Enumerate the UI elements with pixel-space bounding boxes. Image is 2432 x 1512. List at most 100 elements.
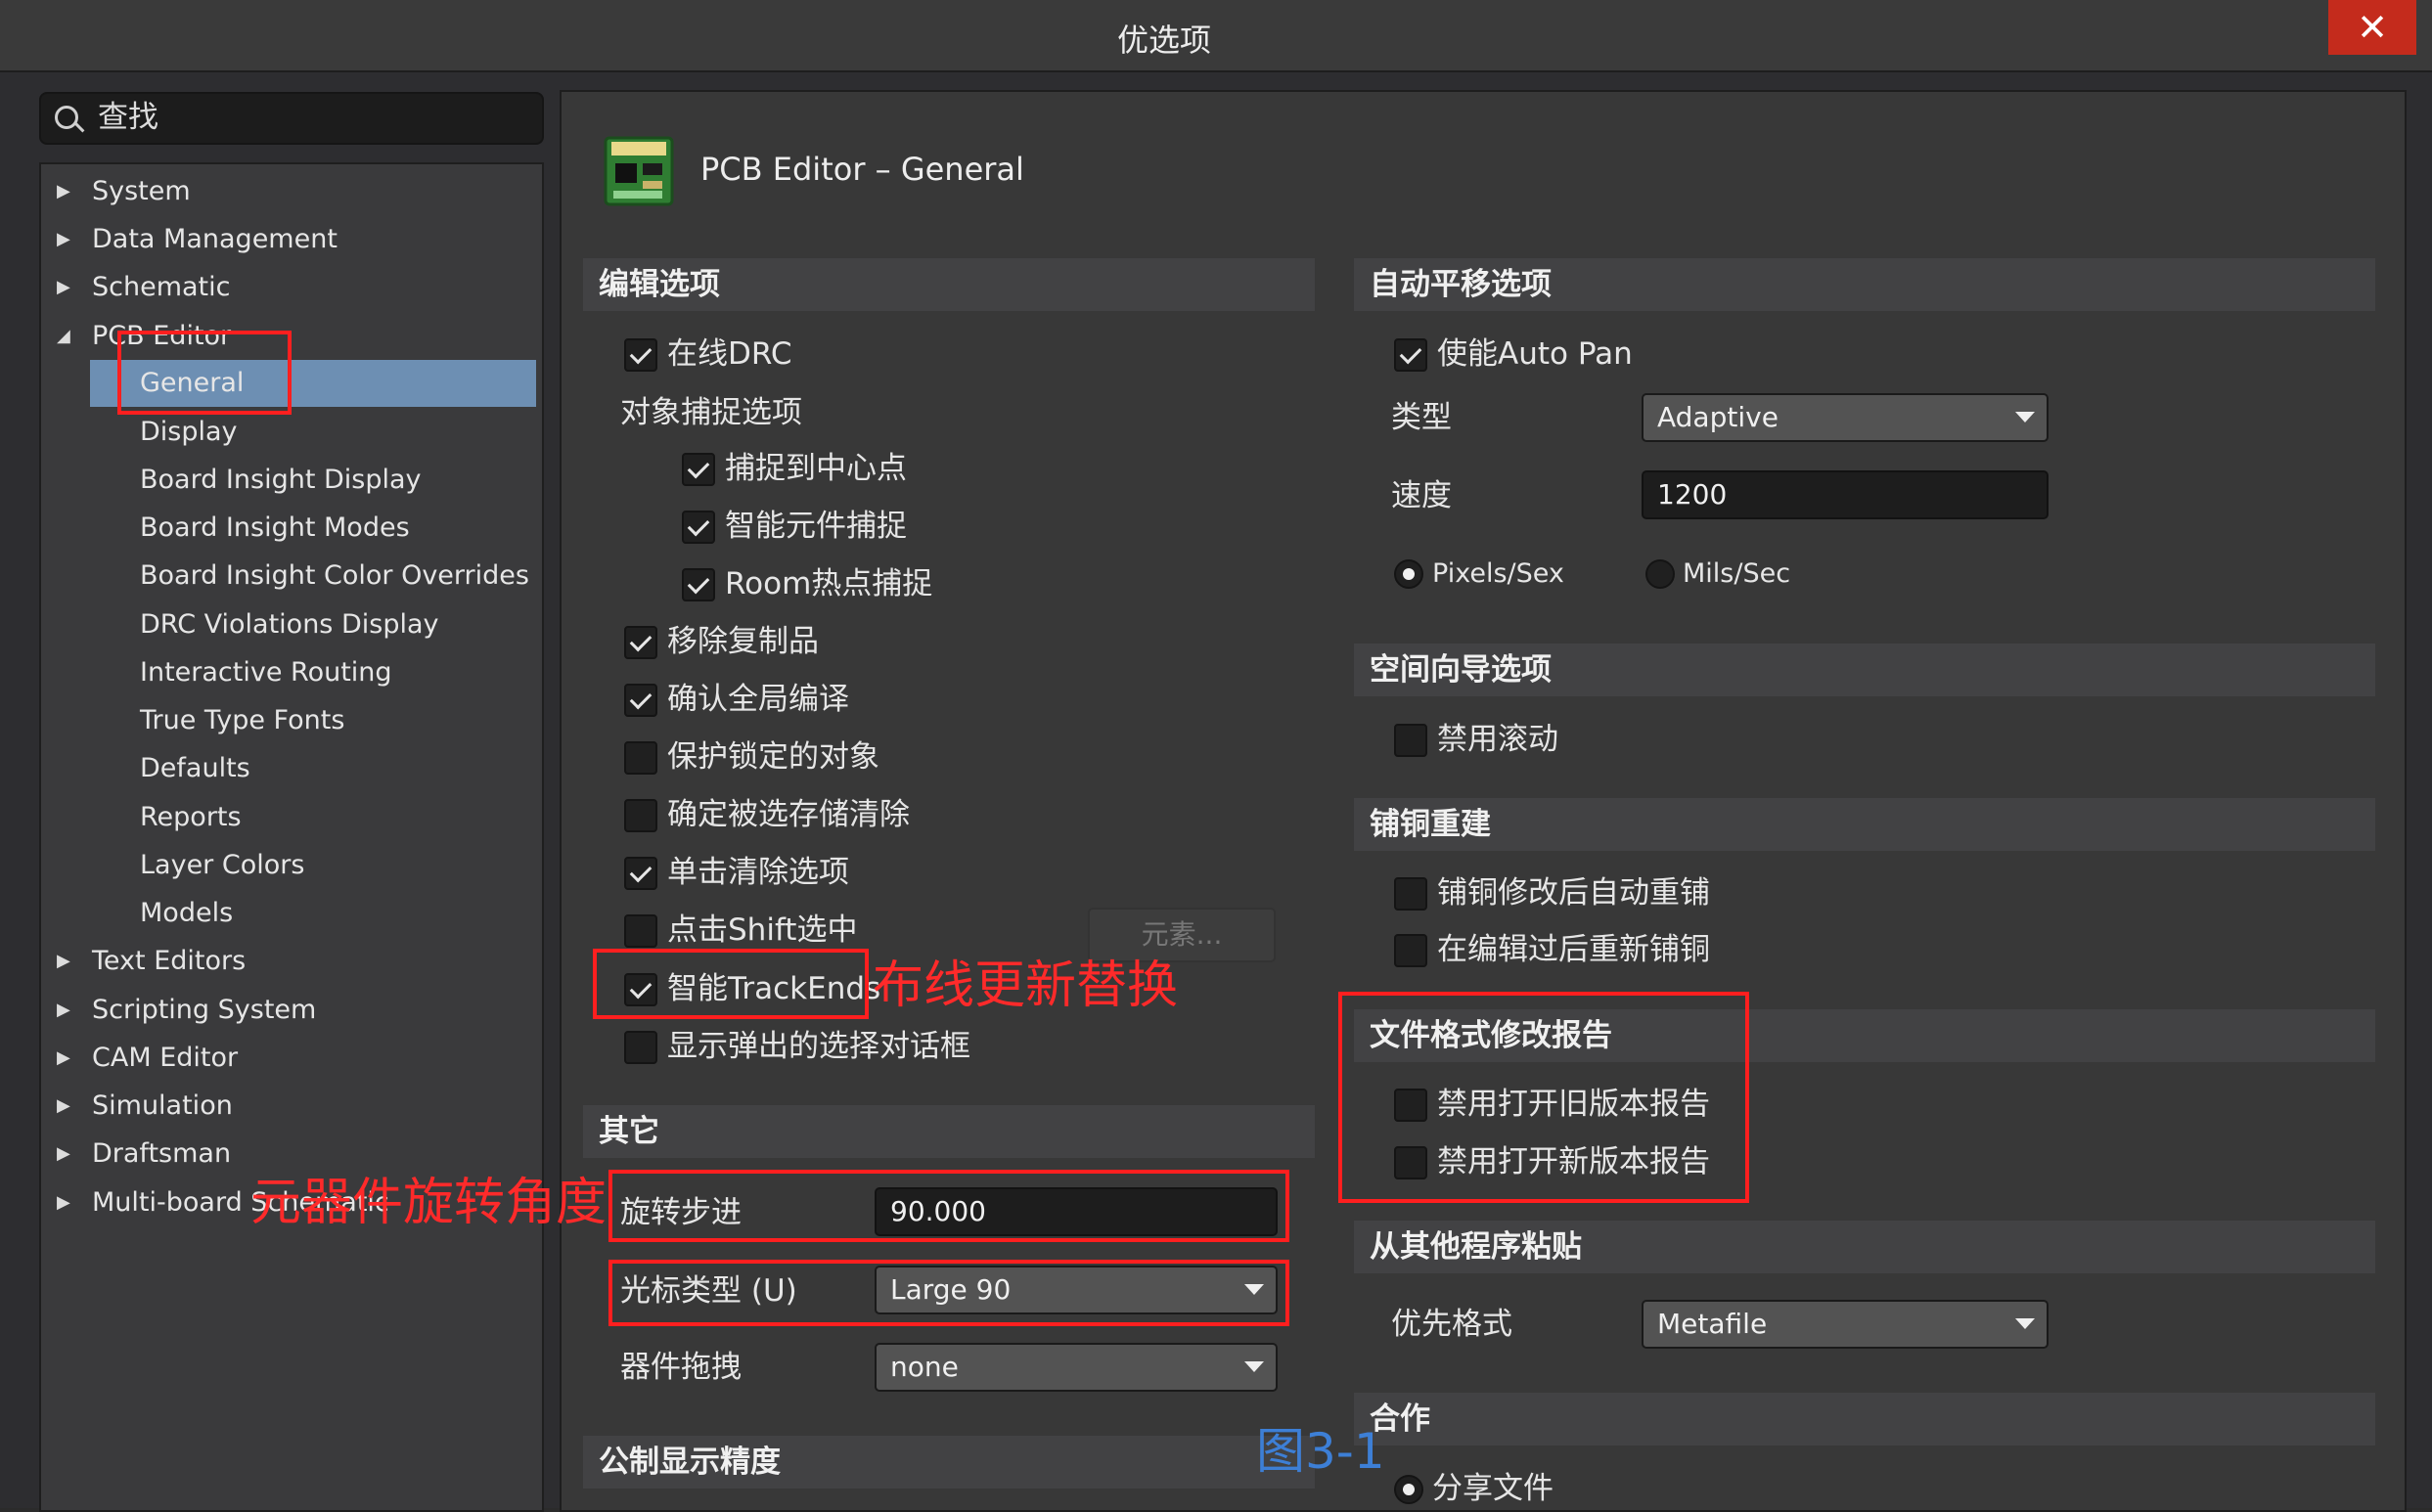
elements-button[interactable]: 元素... bbox=[1088, 908, 1276, 962]
auto-repour-label: 铺铜修改后自动重铺 bbox=[1437, 875, 1710, 911]
confirm-global-edit-label: 确认全局编译 bbox=[667, 682, 849, 717]
room-hotspot-snap-label: Room热点捕捉 bbox=[725, 566, 933, 601]
section-header-edit-options: 编辑选项 bbox=[583, 258, 1315, 311]
autopan-type-value: Adaptive bbox=[1657, 401, 1779, 433]
autopan-type-label: 类型 bbox=[1391, 400, 1452, 435]
annotation-box-general bbox=[117, 331, 292, 415]
show-popup-selection-label: 显示弹出的选择对话框 bbox=[667, 1029, 970, 1064]
tree-item-true-type-fonts[interactable]: True Type Fonts bbox=[140, 699, 344, 742]
show-popup-selection-checkbox[interactable] bbox=[624, 1031, 657, 1064]
section-header-collaboration: 合作 bbox=[1354, 1393, 2375, 1445]
preferred-format-select[interactable]: Metafile bbox=[1642, 1300, 2049, 1349]
tree-item-board-insight-display[interactable]: Board Insight Display bbox=[140, 459, 422, 502]
expand-arrow-icon[interactable]: ▶ bbox=[57, 989, 70, 1032]
annotation-box-file-format-report bbox=[1338, 992, 1749, 1203]
window-title: 优选项 bbox=[1116, 22, 1211, 59]
tree-item-display[interactable]: Display bbox=[140, 411, 238, 454]
expand-arrow-icon[interactable]: ▶ bbox=[57, 1085, 70, 1128]
enable-autopan-checkbox[interactable] bbox=[1394, 338, 1427, 372]
protect-locked-label: 保护锁定的对象 bbox=[667, 739, 879, 775]
search-input[interactable] bbox=[98, 100, 528, 135]
figure-label: 图3-1 bbox=[1256, 1423, 1385, 1480]
pixels-per-sec-label: Pixels/Sex bbox=[1432, 558, 1564, 589]
tree-item-board-insight-modes[interactable]: Board Insight Modes bbox=[140, 507, 410, 550]
preferred-format-label: 优先格式 bbox=[1391, 1307, 1512, 1342]
tree-item-label: Scripting System bbox=[92, 995, 317, 1025]
tree-item-drc-violations-display[interactable]: DRC Violations Display bbox=[140, 603, 438, 646]
tree-item-board-insight-color-overrides[interactable]: Board Insight Color Overrides bbox=[140, 555, 529, 598]
expand-arrow-icon[interactable]: ▶ bbox=[57, 218, 70, 261]
chevron-down-icon bbox=[1244, 1361, 1264, 1372]
confirm-selection-clear-checkbox[interactable] bbox=[624, 799, 657, 832]
annotation-box-smart-trackends bbox=[593, 949, 869, 1019]
close-button[interactable]: ✕ bbox=[2328, 0, 2416, 55]
repour-after-edit-checkbox[interactable] bbox=[1394, 934, 1427, 967]
disable-roll-label: 禁用滚动 bbox=[1437, 722, 1558, 757]
shift-click-select-label: 点击Shift选中 bbox=[667, 912, 858, 948]
tree-item-label: Data Management bbox=[92, 224, 338, 254]
mils-per-sec-label: Mils/Sec bbox=[1683, 558, 1791, 589]
smart-component-snap-label: 智能元件捕捉 bbox=[725, 509, 907, 544]
tree-item-label: Draftsman bbox=[92, 1138, 232, 1169]
section-header-polygon-rebuild: 铺铜重建 bbox=[1354, 798, 2375, 851]
collapse-arrow-icon[interactable]: ◢ bbox=[57, 315, 70, 358]
tree-item-label: Simulation bbox=[92, 1090, 233, 1121]
tree-item-interactive-routing[interactable]: Interactive Routing bbox=[140, 651, 392, 694]
tree-item-label: Text Editors bbox=[92, 946, 247, 976]
pixels-per-sec-radio[interactable] bbox=[1394, 559, 1423, 589]
enable-autopan-label: 使能Auto Pan bbox=[1437, 336, 1633, 372]
share-file-radio[interactable] bbox=[1394, 1475, 1423, 1504]
section-header-space-navigator: 空间向导选项 bbox=[1354, 644, 2375, 696]
autopan-speed-input[interactable]: 1200 bbox=[1642, 470, 2049, 519]
expand-arrow-icon[interactable]: ▶ bbox=[57, 170, 70, 213]
section-header-paste: 从其他程序粘贴 bbox=[1354, 1221, 2375, 1273]
smart-component-snap-checkbox[interactable] bbox=[682, 511, 715, 544]
online-drc-label: 在线DRC bbox=[667, 336, 792, 372]
auto-repour-checkbox[interactable] bbox=[1394, 877, 1427, 911]
section-header-metric-precision: 公制显示精度 bbox=[583, 1436, 1315, 1489]
snap-options-label: 对象捕捉选项 bbox=[620, 395, 802, 430]
repour-after-edit-label: 在编辑过后重新铺铜 bbox=[1437, 932, 1710, 967]
annotation-rotation-text: 元器件旋转角度 bbox=[250, 1174, 608, 1232]
search-box[interactable] bbox=[39, 92, 544, 145]
autopan-type-select[interactable]: Adaptive bbox=[1642, 393, 2049, 442]
disable-roll-checkbox[interactable] bbox=[1394, 724, 1427, 757]
chevron-down-icon bbox=[2015, 412, 2035, 422]
tree-item-models[interactable]: Models bbox=[140, 892, 233, 935]
click-clears-selection-label: 单击清除选项 bbox=[667, 855, 849, 890]
online-drc-checkbox[interactable] bbox=[624, 338, 657, 372]
search-icon bbox=[55, 106, 78, 129]
remove-duplicates-checkbox[interactable] bbox=[624, 626, 657, 659]
confirm-global-edit-checkbox[interactable] bbox=[624, 684, 657, 717]
protect-locked-checkbox[interactable] bbox=[624, 741, 657, 775]
expand-arrow-icon[interactable]: ▶ bbox=[57, 1181, 70, 1224]
autopan-speed-value: 1200 bbox=[1657, 478, 1728, 511]
tree-item-label: Schematic bbox=[92, 272, 231, 302]
annotation-box-rotation-step bbox=[608, 1170, 1289, 1242]
expand-arrow-icon[interactable]: ▶ bbox=[57, 1133, 70, 1176]
chevron-down-icon bbox=[2015, 1318, 2035, 1329]
tree-item-defaults[interactable]: Defaults bbox=[140, 747, 250, 790]
pcb-board-icon bbox=[604, 136, 674, 206]
confirm-selection-clear-label: 确定被选存储清除 bbox=[667, 797, 910, 832]
section-header-other: 其它 bbox=[583, 1105, 1315, 1158]
shift-click-select-checkbox[interactable] bbox=[624, 914, 657, 948]
room-hotspot-snap-checkbox[interactable] bbox=[682, 568, 715, 601]
click-clears-selection-checkbox[interactable] bbox=[624, 857, 657, 890]
mils-per-sec-radio[interactable] bbox=[1645, 559, 1675, 589]
remove-duplicates-label: 移除复制品 bbox=[667, 624, 819, 659]
snap-to-center-checkbox[interactable] bbox=[682, 453, 715, 486]
autopan-speed-label: 速度 bbox=[1391, 478, 1452, 513]
expand-arrow-icon[interactable]: ▶ bbox=[57, 266, 70, 309]
tree-item-label: CAM Editor bbox=[92, 1043, 239, 1073]
tree-item-reports[interactable]: Reports bbox=[140, 796, 242, 839]
expand-arrow-icon[interactable]: ▶ bbox=[57, 940, 70, 983]
annotation-routing-text: 布线更新替换 bbox=[873, 956, 1179, 1015]
component-drag-label: 器件拖拽 bbox=[620, 1350, 742, 1385]
component-drag-select[interactable]: none bbox=[875, 1343, 1278, 1392]
tree-item-layer-colors[interactable]: Layer Colors bbox=[140, 844, 304, 887]
expand-arrow-icon[interactable]: ▶ bbox=[57, 1037, 70, 1080]
tree-item-label: System bbox=[92, 176, 191, 206]
share-file-label: 分享文件 bbox=[1432, 1471, 1554, 1506]
snap-to-center-label: 捕捉到中心点 bbox=[725, 451, 907, 486]
